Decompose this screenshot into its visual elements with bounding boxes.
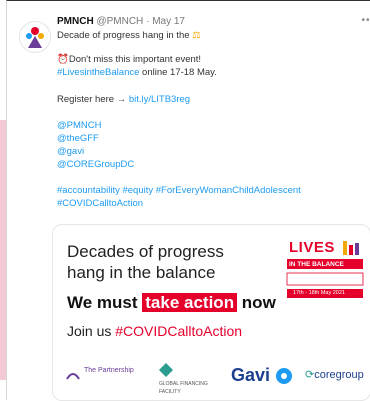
banner-join-line: Join us #COVIDCalltoAction [67,323,242,339]
register-text: Register here [57,94,117,105]
coregroup-logo: ⟳coregroup [305,369,364,381]
tweet-date[interactable]: May 17 [152,16,185,27]
lives-in-the-balance-logo: LIVES IN THE BALANCE 17th - 18th May 202… [281,237,365,301]
lives-subtitle: IN THE BALANCE [289,261,344,268]
gff-logo: GLOBAL FINANCING FACILITY [159,363,209,396]
join-prefix: Join us [67,323,116,339]
tweet-text-line1: Decade of progress hang in the ⚖ [57,29,201,42]
banner-title-line1: Decades of progress [67,242,224,261]
mention-pmnch[interactable]: @PMNCH [57,119,101,132]
mention-thegff[interactable]: @theGFF [57,132,99,145]
tweet-header: PMNCH @PMNCH · May 17 [57,15,185,28]
coregroup-logo-icon: ⟳ [305,369,315,381]
tweet-text-event-dates: #LivesintheBalance online 17-18 May. [57,66,217,79]
hashtags-line1[interactable]: #accountability #equity #ForEveryWomanCh… [57,184,301,197]
action-suffix: now [237,293,276,312]
lives-dates: 17th - 18th May 2021 [293,290,345,296]
banner-title-line2: hang in the balance [67,263,216,282]
gff-logo-text: GLOBAL FINANCING FACILITY [159,381,208,395]
gavi-logo-text: Gavi [231,365,271,385]
coregroup-logo-text: coregroup [314,369,364,381]
alarm-clock-icon: ⏰ [57,54,69,65]
more-options-icon[interactable]: ••• [361,15,370,26]
pmnch-logo-icon [26,27,44,48]
author-handle[interactable]: @PMNCH [96,16,143,27]
date-separator: · [146,16,150,27]
avatar[interactable] [19,21,51,53]
mention-gavi[interactable]: @gavi [57,145,84,158]
banner-title: Decades of progress hang in the balance [67,241,224,283]
partnership-logo-text: The Partnership [84,367,134,374]
gff-logo-icon [159,363,173,377]
arrow-icon: → [116,94,127,105]
partnership-logo: The Partnership [65,367,134,383]
scale-emoji-icon: ⚖ [192,30,201,41]
tweet-text-register: Register here → bit.ly/LITB3reg [57,93,190,106]
action-prefix: We must [67,293,143,312]
lives-title: LIVES [289,239,335,256]
partner-logos: The Partnership GLOBAL FINANCING FACILIT… [63,363,364,395]
event-text: Don't miss this important event! [68,54,202,65]
author-name[interactable]: PMNCH [57,16,94,27]
gavi-globe-icon [276,368,293,385]
hashtags-line2[interactable]: #COVIDCalltoAction [57,197,143,210]
banner-action-line: We must take action now [67,293,276,313]
action-highlight: take action [142,293,238,312]
hashtag-livesinthebalance[interactable]: #LivesintheBalance [57,67,139,78]
tweet-text-event: ⏰Don't miss this important event! [57,53,201,66]
gavi-logo: Gavi [231,365,293,385]
register-link[interactable]: bit.ly/LITB3reg [129,94,190,105]
mention-coregroupdc[interactable]: @COREGroupDC [57,158,134,171]
event-banner-image[interactable]: Decades of progress hang in the balance … [52,224,370,401]
join-hashtag: #COVIDCalltoAction [115,323,243,339]
partnership-logo-icon [66,373,80,380]
headline-text: Decade of progress hang in the [57,30,190,41]
event-dates-text: online 17-18 May. [139,67,217,78]
